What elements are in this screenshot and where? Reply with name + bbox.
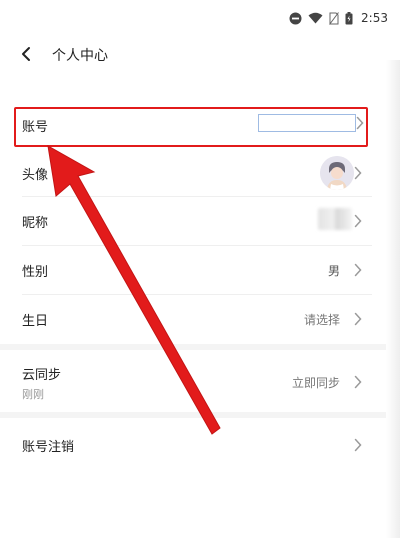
- personal-center-screen: 2:53 个人中心 账号 头像 昵称 性别 男 生日 请选择 云同步 刚刚 立即…: [0, 0, 400, 538]
- status-bar: 2:53: [289, 8, 388, 28]
- cloud-sync-last-time: 刚刚: [22, 388, 44, 401]
- gender-label: 性别: [22, 265, 49, 280]
- wifi-icon: [308, 12, 323, 24]
- chevron-right-icon: [354, 438, 362, 452]
- chevron-right-icon: [354, 214, 362, 228]
- chevron-right-icon: [354, 263, 362, 277]
- delete-account-chevron: [352, 438, 364, 452]
- nickname-label: 昵称: [22, 216, 49, 231]
- birthday-chevron: [352, 312, 364, 326]
- chevron-right-icon: [354, 312, 362, 326]
- status-time: 2:53: [361, 11, 388, 25]
- nickname-value-blurred: [318, 208, 352, 230]
- do-not-disturb-icon: [289, 12, 302, 25]
- chevron-right-icon: [354, 375, 362, 389]
- header: 个人中心: [0, 38, 400, 72]
- cloud-sync-chevron: [352, 375, 364, 389]
- cloud-sync-row[interactable]: 云同步 刚刚 立即同步: [0, 350, 386, 412]
- gender-value: 男: [327, 264, 340, 278]
- avatar[interactable]: [320, 156, 354, 190]
- gender-row[interactable]: 性别 男: [0, 246, 386, 294]
- birthday-label: 生日: [22, 314, 49, 329]
- battery-icon: [345, 11, 353, 25]
- cloud-sync-label: 云同步: [22, 368, 62, 383]
- sync-now-button[interactable]: 立即同步: [292, 374, 340, 391]
- avatar-label: 头像: [22, 168, 49, 183]
- back-arrow-icon: [22, 47, 30, 61]
- avatar-person-icon: [320, 156, 354, 190]
- birthday-row[interactable]: 生日 请选择: [0, 295, 386, 343]
- gender-chevron: [352, 263, 364, 277]
- chevron-right-icon: [354, 166, 362, 180]
- page-title: 个人中心: [52, 48, 108, 64]
- account-highlight-box: [14, 107, 368, 147]
- delete-account-label: 账号注销: [22, 440, 75, 455]
- delete-account-row[interactable]: 账号注销: [0, 418, 386, 470]
- no-sim-icon: [329, 11, 339, 25]
- edge-shadow: [386, 60, 400, 538]
- birthday-value: 请选择: [303, 313, 340, 327]
- nickname-chevron: [352, 214, 364, 228]
- back-button[interactable]: [14, 42, 38, 66]
